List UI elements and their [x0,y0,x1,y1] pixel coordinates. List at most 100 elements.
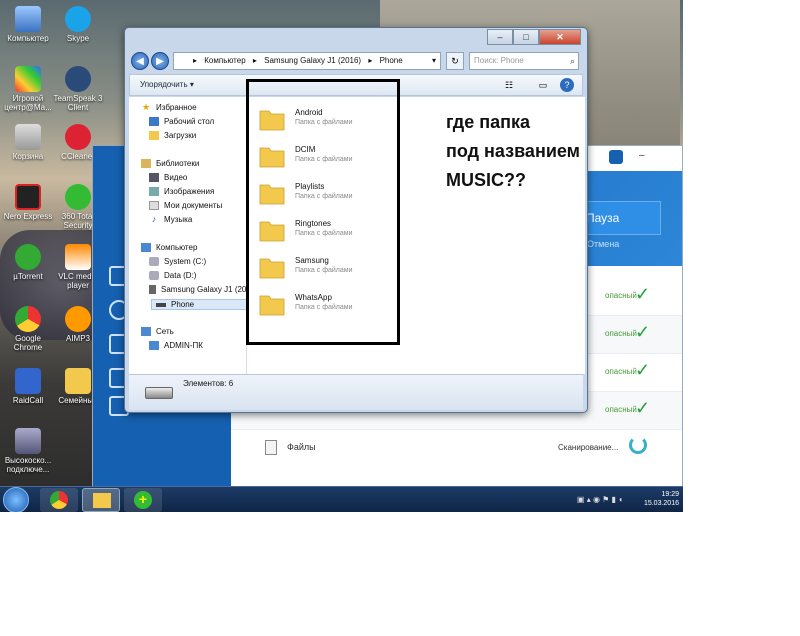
drive-icon [149,257,159,266]
nav-label: System (C:) [164,257,207,266]
navigation-pane: ★ Избранное Рабочий стол Загрузки Библиот… [129,97,247,374]
nav-system-c[interactable]: System (C:) [149,257,206,266]
breadcrumb-device[interactable]: Samsung Galaxy J1 (2016) [264,56,361,65]
files-label: Файлы [287,442,316,452]
nav-label: Видео [164,173,188,182]
desktop-icon-broadband[interactable]: Высокоско... подключе... [0,428,56,474]
nav-libraries[interactable]: Библиотеки [141,159,199,168]
nav-label: Загрузки [164,131,197,140]
video-icon [149,173,159,182]
desktop-icon-label: Корзина [12,152,44,161]
nav-label: Компьютер [156,243,198,252]
refresh-button[interactable]: ↻ [446,52,464,70]
maximize-button[interactable]: □ [513,29,539,45]
nav-label: Сеть [156,327,174,336]
address-bar[interactable]: ▸ Компьютер ▸ Samsung Galaxy J1 (2016) ▸… [173,52,441,70]
nav-network[interactable]: Сеть [141,327,174,336]
check-icon: ✓ [635,322,651,342]
drive-icon [149,271,159,280]
preview-pane-icon[interactable]: ▭ [536,78,550,92]
desktop-icon-label: Skype [66,34,90,43]
breadcrumb-computer[interactable]: Компьютер [204,56,245,65]
close-button[interactable]: ✕ [539,29,581,45]
desktop-icon-label: µTorrent [13,272,43,281]
breadcrumb-phone[interactable]: Phone [380,56,403,65]
view-options-icon[interactable]: ☷ [502,78,516,92]
clock[interactable]: 19:29 15.03.2016 [644,490,679,508]
network-icon [141,327,151,336]
phone-device-icon [149,285,156,294]
chevron-right-icon: ▸ [193,56,198,65]
check-icon: ✓ [635,360,651,380]
desktop-icon-utorrent[interactable]: µTorrent [0,244,56,281]
check-icon: ✓ [635,398,651,418]
highlight-box [246,79,400,345]
check-icon: ✓ [635,284,651,304]
back-button[interactable]: ◀ [131,52,149,70]
device-storage-icon [145,387,173,399]
taskbar-explorer[interactable] [82,488,120,512]
computer-icon [141,243,151,252]
nav-desktop[interactable]: Рабочий стол [149,117,214,126]
library-icon [141,159,151,168]
pause-label: Пауза [586,211,620,225]
nav-downloads[interactable]: Загрузки [149,131,196,140]
tray-icons[interactable]: ▣ ▴ ◉ ⚑ ▮ ◖ [577,495,623,504]
window-controls: – □ ✕ [487,29,581,45]
nav-favorites[interactable]: ★ Избранное [141,102,197,113]
desktop-icon-skype[interactable]: Skype [50,6,106,43]
nav-data-d[interactable]: Data (D:) [149,271,196,280]
image-icon [149,187,159,196]
start-button[interactable] [3,487,29,512]
desktop-icon-label: Высокоско... подключе... [4,456,52,474]
help-icon[interactable]: ? [560,78,574,92]
annotation-line: под названием [446,141,580,161]
desktop-icon-raidcall[interactable]: RaidCall [0,368,56,405]
desktop-icon-label: Google Chrome [13,334,43,352]
storage-icon [156,302,166,307]
pc-icon [149,341,159,350]
cancel-link[interactable]: Отмена [587,239,619,249]
status-text: опасный [605,291,637,300]
nav-video[interactable]: Видео [149,173,187,182]
chevron-right-icon: ▸ [368,56,373,65]
desktop-icon-game-center[interactable]: Игровой центр@Ма... [0,66,56,112]
desktop-icon-computer[interactable]: Компьютер [0,6,56,43]
star-icon: ★ [141,102,151,112]
desktop-icon-teamspeak[interactable]: TeamSpeak 3 Client [50,66,106,112]
nav-label: Избранное [156,103,197,112]
nav-images[interactable]: Изображения [149,187,214,196]
scan-row-files: Файлы Сканирование... [231,430,682,468]
organize-label: Упорядочить [140,80,188,89]
nav-label: Музыка [164,215,193,224]
taskbar: + ▣ ▴ ◉ ⚑ ▮ ◖ 19:29 15.03.2016 [0,486,683,512]
search-icon: ⌕ [569,56,575,66]
scanning-status: Сканирование... [558,443,619,452]
chevron-right-icon: ▸ [252,56,257,65]
plus-shield-icon: + [134,491,152,509]
desktop-icon-recycle-bin[interactable]: Корзина [0,124,56,161]
organize-button[interactable]: Упорядочить ▾ [140,80,194,89]
annotation-line: MUSIC?? [446,170,526,190]
nav-label: Библиотеки [156,159,200,168]
document-icon [149,201,159,210]
downloads-icon [149,131,159,140]
nav-device[interactable]: Samsung Galaxy J1 (2016 [149,285,246,294]
nav-phone[interactable]: Phone [151,299,246,310]
search-input[interactable]: Поиск: Phone ⌕ [469,52,579,70]
navigation-bar: ◀ ▶ ▸ Компьютер ▸ Samsung Galaxy J1 (201… [129,50,583,72]
nav-admin-pc[interactable]: ADMIN-ПК [149,341,203,350]
desktop: Компьютер Skype Игровой центр@Ма... Team… [0,0,683,512]
nav-label: Мои документы [164,201,223,210]
desktop-icon-chrome[interactable]: Google Chrome [0,306,56,352]
nav-music[interactable]: ♪ Музыка [149,215,193,225]
nav-computer[interactable]: Компьютер [141,243,197,252]
minimize-button[interactable]: – [487,29,513,45]
nav-documents[interactable]: Мои документы [149,201,222,210]
forward-button[interactable]: ▶ [151,52,169,70]
taskbar-chrome[interactable] [40,488,78,512]
taskbar-security-app[interactable]: + [124,488,162,512]
annotation: где папка под названием MUSIC?? [446,108,646,195]
chevron-down-icon[interactable]: ▾ [432,53,436,69]
desktop-icon-nero[interactable]: Nero Express [0,184,56,221]
